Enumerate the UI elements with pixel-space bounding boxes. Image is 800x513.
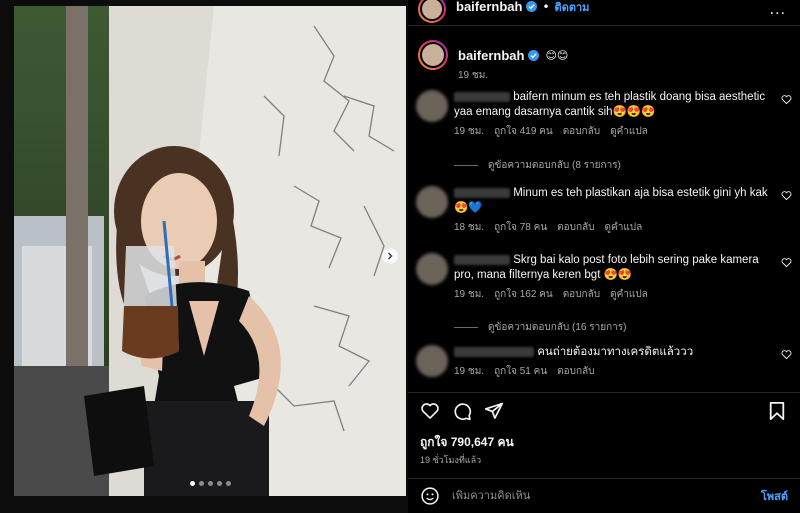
comment-likes[interactable]: ถูกใจ 51 คน <box>494 364 547 379</box>
commenter-avatar[interactable] <box>416 345 448 377</box>
comment-like-icon[interactable] <box>781 94 792 105</box>
author-username[interactable]: baifernbah <box>456 0 522 14</box>
post-header: baifernbah • ติดตาม ... <box>408 0 800 26</box>
chevron-right-icon <box>388 252 393 260</box>
comment-icon[interactable] <box>452 401 472 421</box>
comment-like-icon[interactable] <box>781 257 792 268</box>
caption-username[interactable]: baifernbah <box>458 48 524 63</box>
commenter-avatar[interactable] <box>416 90 448 122</box>
emoji-icon[interactable] <box>420 486 440 506</box>
comment-time: 19 ชม. <box>454 289 485 300</box>
bookmark-icon[interactable] <box>768 401 786 421</box>
carousel-dot[interactable] <box>189 481 195 486</box>
commenter-avatar[interactable] <box>416 253 448 285</box>
view-replies-button[interactable]: ดูข้อความตอบกลับ (8 รายการ) <box>454 158 621 173</box>
post-photo[interactable] <box>14 6 406 496</box>
post-actions: ถูกใจ 790,647 คน 19 ชั่วโมงที่แล้ว <box>408 392 800 465</box>
add-comment-bar: โพสต์ <box>408 478 800 513</box>
comment-likes[interactable]: ถูกใจ 78 คน <box>494 220 547 235</box>
caption-text: 😊😊 <box>545 48 569 62</box>
verified-icon <box>526 1 538 12</box>
comment-likes[interactable]: ถูกใจ 419 คน <box>494 124 553 139</box>
like-icon[interactable] <box>420 401 440 421</box>
view-replies-label: ดูข้อความตอบกลับ (16 รายการ) <box>488 322 627 333</box>
carousel-dot[interactable] <box>198 481 204 486</box>
translate-button[interactable]: ดูคำแปล <box>610 287 648 302</box>
more-options-icon[interactable]: ... <box>770 2 786 18</box>
comment-text: คนถ่ายต้องมาทางเครดิตแล้ววว <box>537 346 694 358</box>
share-icon[interactable] <box>484 401 504 421</box>
author-avatar[interactable] <box>418 0 446 23</box>
caption-avatar[interactable] <box>418 40 448 70</box>
comment-likes[interactable]: ถูกใจ 162 คน <box>494 287 553 302</box>
carousel-dots <box>14 481 406 486</box>
carousel-dot[interactable] <box>207 481 213 486</box>
verified-icon <box>528 49 540 61</box>
separator-dot: • <box>542 0 550 14</box>
photo-image <box>14 6 406 496</box>
comment-input[interactable] <box>452 490 761 502</box>
comment-time: 19 ชม. <box>454 366 485 377</box>
view-replies-label: ดูข้อความตอบกลับ (8 รายการ) <box>488 160 621 171</box>
post-comment-button[interactable]: โพสต์ <box>761 487 788 505</box>
follow-button[interactable]: ติดตาม <box>555 0 590 16</box>
translate-button[interactable]: ดูคำแปล <box>610 124 648 139</box>
reply-button[interactable]: ตอบกลับ <box>563 287 600 302</box>
comment-like-icon[interactable] <box>781 349 792 360</box>
commenter-avatar[interactable] <box>416 186 448 218</box>
post-likes[interactable]: ถูกใจ 790,647 คน <box>420 433 514 452</box>
comment-like-icon[interactable] <box>781 190 792 201</box>
post-time: 19 ชั่วโมงที่แล้ว <box>420 455 482 465</box>
caption-time: 19 ชม. <box>458 70 489 81</box>
post-caption: baifernbah 😊😊 19 ชม. <box>418 40 788 83</box>
post-panel: baifernbah • ติดตาม ... baifernbah 😊😊 19… <box>408 0 800 513</box>
reply-button[interactable]: ตอบกลับ <box>557 364 594 379</box>
reply-button[interactable]: ตอบกลับ <box>563 124 600 139</box>
reply-button[interactable]: ตอบกลับ <box>557 220 594 235</box>
carousel-dot[interactable] <box>216 481 222 486</box>
commenter-username-blurred[interactable] <box>454 91 510 102</box>
translate-button[interactable]: ดูคำแปล <box>605 220 643 235</box>
carousel-next-button[interactable] <box>382 248 398 264</box>
carousel-dot[interactable] <box>225 481 231 486</box>
commenter-username-blurred[interactable] <box>454 254 510 265</box>
commenter-username-blurred[interactable] <box>454 346 534 357</box>
comment-time: 18 ชม. <box>454 222 485 233</box>
view-replies-button[interactable]: ดูข้อความตอบกลับ (16 รายการ) <box>454 320 626 335</box>
commenter-username-blurred[interactable] <box>454 187 510 198</box>
comment-time: 19 ชม. <box>454 126 485 137</box>
